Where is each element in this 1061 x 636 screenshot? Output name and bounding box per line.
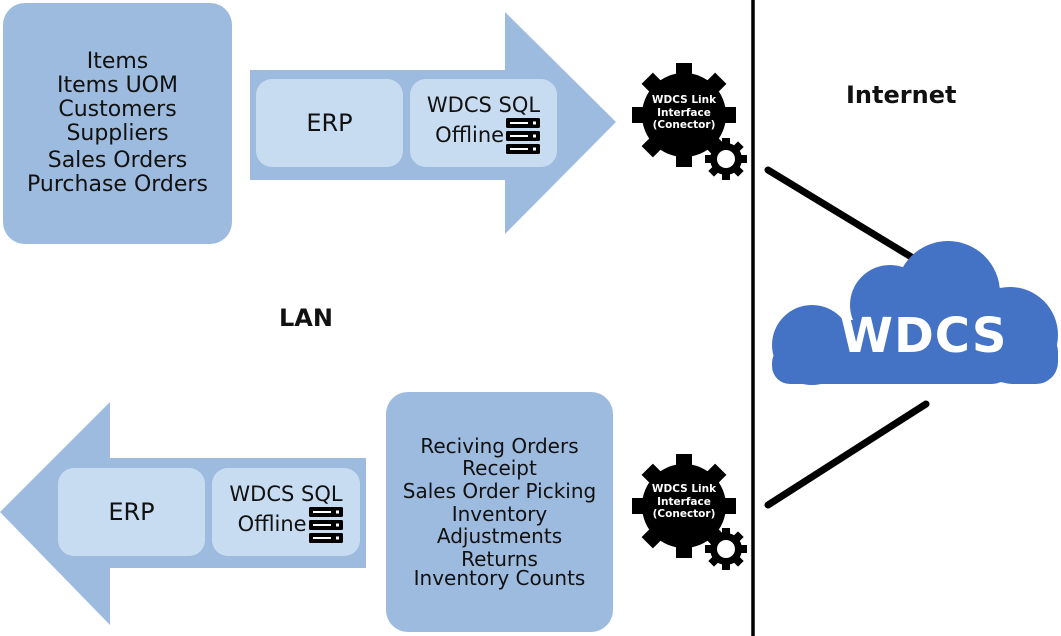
lan-label: LAN (279, 304, 333, 332)
connector-line: (Conector) (652, 508, 716, 520)
server-icon (506, 118, 541, 154)
download-data-box: Reciving Orders Receipt Sales Order Pick… (386, 392, 613, 632)
internet-label: Internet (846, 81, 957, 109)
connection-line-bottom (764, 400, 930, 509)
data-item: Suppliers (66, 121, 169, 146)
data-item: Items (86, 49, 149, 74)
data-item: Inventory (451, 501, 548, 526)
download-sql-block: WDCS SQL Offline (212, 468, 360, 556)
sql-label-line2: Offline (237, 512, 307, 536)
connector-label-bottom: WDCS Link Interface (Conector) (639, 483, 729, 521)
server-icon (308, 507, 343, 543)
data-item: Receipt (462, 456, 537, 481)
sql-label-line1: WDCS SQL (229, 482, 343, 506)
connector-line: (Conector) (652, 119, 716, 131)
download-erp-block: ERP (58, 468, 205, 556)
connection-line-top (764, 166, 917, 262)
connector-line: WDCS Link (651, 483, 717, 495)
data-item: Sales Order Picking (402, 478, 597, 503)
upload-data-box: Items Items UOM Customers Suppliers Sale… (3, 3, 232, 244)
connector-line: Interface (657, 495, 711, 508)
data-item: Items UOM (57, 73, 178, 98)
data-item: Sales Orders (47, 148, 188, 173)
erp-label: ERP (306, 109, 353, 137)
data-item: Customers (58, 97, 177, 122)
connector-label-top: WDCS Link Interface (Conector) (639, 94, 729, 132)
sql-label-line2: Offline (435, 123, 505, 147)
upload-erp-block: ERP (256, 79, 403, 167)
upload-sql-block: WDCS SQL Offline (410, 79, 557, 167)
sql-label-line1: WDCS SQL (426, 93, 541, 117)
connector-line: WDCS Link (651, 94, 717, 106)
data-item: Purchase Orders (27, 172, 208, 197)
data-item: Adjustments (436, 524, 563, 549)
connector-line: Interface (657, 106, 711, 119)
data-item: Reciving Orders (420, 433, 579, 458)
data-item: Inventory Counts (413, 565, 586, 590)
cloud-label: WDCS (840, 308, 1008, 364)
erp-label: ERP (108, 498, 155, 526)
